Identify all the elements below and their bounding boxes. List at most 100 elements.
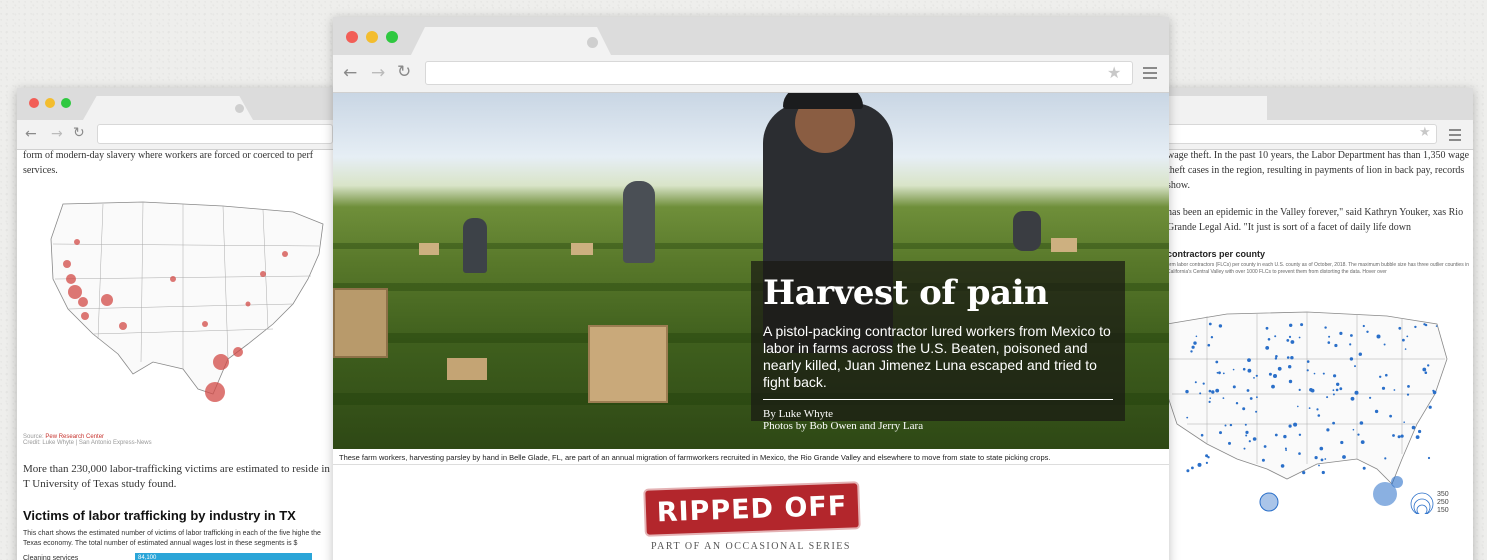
bookmark-star-icon[interactable]: ★: [1419, 125, 1431, 140]
map-dot: [1310, 388, 1315, 393]
map-dot: [1244, 423, 1247, 426]
map-dot: [1191, 345, 1195, 349]
hero-divider: [763, 399, 1113, 400]
article-headline: Harvest of pain: [763, 273, 1049, 313]
map-dot: [1298, 452, 1301, 455]
map-dot: [1407, 385, 1410, 388]
close-window-button[interactable]: [346, 31, 358, 43]
wooden-crate: [419, 243, 439, 255]
left-intro-text: form of modern-day slavery where workers…: [23, 150, 314, 176]
map-dot: [1406, 393, 1410, 396]
center-address-bar[interactable]: [425, 61, 1133, 85]
map-dot: [1414, 325, 1417, 329]
map-dot: [1302, 471, 1306, 475]
map-dot: [1306, 360, 1310, 363]
map-dot: [1208, 322, 1212, 326]
tab-close-icon[interactable]: [235, 104, 244, 113]
map-dot: [205, 382, 225, 402]
map-dot: [1289, 323, 1293, 327]
map-dot: [1349, 343, 1352, 346]
right-browser-tab[interactable]: [1157, 96, 1267, 120]
maximize-window-button[interactable]: [61, 98, 71, 108]
left-address-bar[interactable]: [97, 124, 333, 144]
map-dot: [1318, 464, 1320, 467]
left-browser-tab[interactable]: [83, 96, 253, 120]
map-dot: [1286, 339, 1290, 342]
map-dot: [1273, 374, 1277, 378]
map-dot: [1400, 434, 1404, 438]
article-dek: A pistol-packing contractor lured worker…: [763, 323, 1111, 390]
ripped-off-logo[interactable]: RIPPED OFF: [645, 483, 859, 535]
map-dot: [1398, 326, 1402, 330]
map-dot: [81, 312, 89, 320]
forward-arrow-icon[interactable]: →: [51, 126, 63, 142]
map-dot: [1209, 397, 1211, 399]
map-dot: [1324, 326, 1327, 329]
map-dot: [1332, 389, 1335, 392]
right-titlebar: [1157, 88, 1473, 120]
map-dot: [1403, 421, 1405, 423]
menu-icon[interactable]: [1449, 129, 1461, 144]
map-dot: [1393, 389, 1396, 391]
map-dot: [1340, 440, 1344, 445]
map-dot: [66, 274, 76, 284]
map-dot: [1186, 469, 1190, 473]
map-dot: [1252, 437, 1257, 441]
map-dot: [1222, 397, 1225, 399]
right-chart-title: contractors per county: [1167, 249, 1266, 259]
map-dot: [1376, 334, 1381, 339]
reload-icon[interactable]: ↻: [73, 125, 85, 141]
map-dot: [1245, 434, 1248, 437]
map-bubble: [1259, 492, 1279, 512]
map-dot: [1255, 410, 1258, 413]
back-arrow-icon[interactable]: ←: [343, 63, 357, 83]
map-dot: [1383, 343, 1386, 346]
left-map-credit: Credit: Luke Whyte | San Antonio Express…: [23, 440, 152, 446]
photo-caption: These farm workers, harvesting parsley b…: [333, 449, 1169, 465]
legend-circle-small: [1416, 504, 1428, 516]
map-dot: [1381, 386, 1386, 390]
map-dot: [1208, 389, 1212, 393]
map-dot: [1332, 421, 1335, 425]
wooden-crate: [588, 325, 668, 403]
us-map-red-dots: [23, 184, 331, 434]
wooden-crate: [333, 288, 388, 358]
right-address-bar[interactable]: [1157, 124, 1437, 144]
center-browser-tab[interactable]: [411, 27, 611, 55]
map-dot: [1208, 400, 1211, 403]
us-outline: [50, 201, 324, 395]
map-dot: [1339, 331, 1343, 335]
maximize-window-button[interactable]: [386, 31, 398, 43]
minimize-window-button[interactable]: [366, 31, 378, 43]
map-dot: [1406, 335, 1409, 338]
map-dot: [1336, 382, 1340, 386]
map-dot: [1339, 387, 1343, 391]
map-dot: [1267, 338, 1271, 341]
map-dot: [1427, 364, 1430, 367]
map-dot: [1191, 466, 1194, 470]
map-dot: [213, 354, 229, 370]
back-arrow-icon[interactable]: ←: [25, 126, 37, 142]
map-dot: [74, 239, 80, 245]
map-dot: [78, 297, 88, 307]
left-toolbar: ← → ↻: [17, 120, 337, 150]
map-dot: [1194, 381, 1197, 384]
tab-close-icon[interactable]: [587, 37, 598, 48]
map-dot: [1288, 365, 1292, 369]
map-dot: [68, 285, 82, 299]
reload-icon[interactable]: ↻: [397, 62, 411, 82]
bookmark-star-icon[interactable]: ★: [1107, 63, 1121, 82]
map-dot: [1385, 373, 1388, 377]
close-window-button[interactable]: [29, 98, 39, 108]
forward-arrow-icon[interactable]: →: [371, 63, 385, 83]
minimize-window-button[interactable]: [45, 98, 55, 108]
map-dot: [1357, 433, 1360, 436]
menu-icon[interactable]: [1143, 67, 1157, 82]
hero-photo: Harvest of pain A pistol-packing contrac…: [333, 93, 1169, 449]
map-dot: [1354, 365, 1356, 368]
map-dot: [1366, 330, 1369, 333]
map-dot: [1218, 324, 1223, 328]
map-dot: [1200, 433, 1204, 437]
map-dot: [1402, 338, 1405, 342]
map-dot: [1195, 335, 1198, 338]
